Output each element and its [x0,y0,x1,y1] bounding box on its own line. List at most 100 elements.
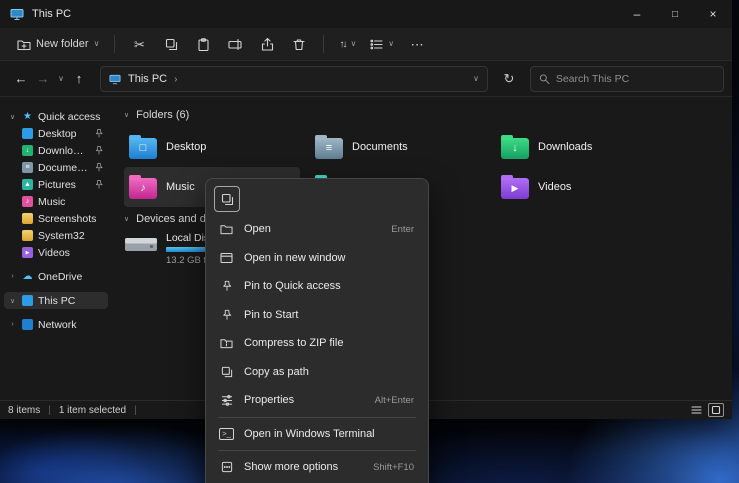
folder-tile-downloads[interactable]: ↓ Downloads [496,127,672,167]
new-window-icon [219,252,234,264]
sidebar-item-downloads[interactable]: ↓ Downloads [4,142,108,159]
menu-item-copy-as-path[interactable]: Copy as path [210,358,424,387]
open-folder-icon [219,223,234,235]
sidebar-item-documents[interactable]: ≡ Documents [4,159,108,176]
pin-icon [94,128,104,139]
documents-folder-icon: ≡ [315,138,343,159]
folder-name: Videos [538,181,571,193]
menu-item-properties[interactable]: Properties Alt+Enter [210,386,424,415]
list-view-icon [691,405,702,415]
sidebar-item-videos[interactable]: ▶ Videos [4,244,108,261]
chevron-down-icon[interactable]: ∨ [8,297,17,305]
folder-name: Desktop [166,141,206,153]
menu-item-open[interactable]: Open Enter [210,215,424,244]
menu-shortcut: Alt+Enter [375,395,414,406]
folders-section-header[interactable]: ∨ Folders (6) [124,109,732,121]
chevron-down-icon: ∨ [124,112,129,119]
large-icons-view-toggle[interactable] [708,403,724,417]
scissors-icon: ✂ [134,38,145,51]
search-icon [539,73,550,85]
chevron-down-icon: ∨ [124,216,129,223]
pin-icon [94,162,104,173]
menu-item-open-new-window[interactable]: Open in new window [210,244,424,273]
menu-item-open-windows-terminal[interactable]: >_ Open in Windows Terminal [210,420,424,449]
sidebar-item-label: Network [38,319,77,331]
menu-shortcut: Shift+F10 [373,462,414,473]
menu-item-label: Open in new window [244,252,404,264]
sidebar-item-onedrive[interactable]: › ☁ OneDrive [4,268,108,285]
clipboard-icon [197,38,210,51]
up-button[interactable]: ↑ [68,67,90,91]
pictures-icon: ▲ [22,179,33,190]
back-button[interactable]: ← [10,67,32,91]
sidebar-item-network[interactable]: › Network [4,316,108,333]
list-view-toggle[interactable] [688,403,704,417]
pin-icon [219,309,234,321]
sidebar: ∨ ★ Quick access Desktop ↓ Downloads ≡ D… [0,98,112,400]
minimize-button[interactable]: – [618,0,656,28]
menu-item-compress-zip[interactable]: Compress to ZIP file [210,329,424,358]
folder-tile-desktop[interactable]: □ Desktop [124,127,300,167]
close-button[interactable]: × [694,0,732,28]
sidebar-item-system32[interactable]: System32 [4,227,108,244]
share-button[interactable] [254,32,280,56]
sidebar-item-screenshots[interactable]: Screenshots [4,210,108,227]
pin-icon [219,280,234,292]
chevron-right-icon[interactable]: › [8,273,17,280]
view-button[interactable]: ∨ [363,34,401,55]
chevron-right-icon[interactable]: › [8,321,17,328]
menu-item-label: Open [244,223,381,235]
breadcrumb-separator-icon[interactable]: › [174,74,177,85]
sidebar-item-label: Quick access [38,111,100,123]
search-input[interactable] [556,73,715,85]
new-folder-button[interactable]: New folder ∨ [10,34,106,55]
copy-icon [221,193,234,206]
address-bar[interactable]: This PC › ∨ [100,66,488,92]
menu-shortcut: Enter [391,224,414,235]
rename-button[interactable] [222,32,248,56]
breadcrumb[interactable]: This PC [128,73,167,85]
menu-item-label: Show more options [244,461,363,473]
copy-path-icon [219,366,234,378]
copy-button[interactable] [214,186,240,212]
folder-tile-documents[interactable]: ≡ Documents [310,127,486,167]
new-folder-label: New folder [36,38,89,50]
documents-icon: ≡ [22,162,33,173]
search-box[interactable] [530,66,724,92]
recent-locations-chevron[interactable]: ∨ [54,67,68,91]
music-folder-icon: ♪ [129,178,157,199]
large-icons-view-icon [711,405,721,415]
forward-button[interactable]: → [32,67,54,91]
cut-button[interactable]: ✂ [126,32,152,56]
sidebar-item-label: Screenshots [38,213,96,225]
folder-name: Music [166,181,195,193]
address-dropdown-chevron[interactable]: ∨ [473,75,479,83]
sort-button[interactable]: ↑↓ ∨ [332,35,363,54]
view-icon [370,38,383,51]
sidebar-item-label: Documents [38,162,89,174]
sidebar-item-music[interactable]: ♪ Music [4,193,108,210]
chevron-down-icon[interactable]: ∨ [8,113,17,121]
sidebar-item-this-pc[interactable]: ∨ This PC [4,292,108,309]
downloads-icon: ↓ [22,145,33,156]
command-bar: New folder ∨ ✂ ↑↓ ∨ ∨ ⋯ [0,28,732,61]
sidebar-item-label: OneDrive [38,271,82,283]
maximize-button[interactable]: □ [656,0,694,28]
this-pc-icon [10,8,24,21]
copy-button[interactable] [158,32,184,56]
delete-button[interactable] [286,32,312,56]
folder-tile-videos[interactable]: ▶ Videos [496,167,672,207]
sidebar-item-desktop[interactable]: Desktop [4,125,108,142]
ellipsis-icon: ⋯ [411,38,424,51]
more-options-button[interactable]: ⋯ [404,32,430,56]
menu-item-pin-quick-access[interactable]: Pin to Quick access [210,272,424,301]
navigation-bar: ← → ∨ ↑ This PC › ∨ ↻ [0,61,732,97]
menu-item-pin-start[interactable]: Pin to Start [210,301,424,330]
menu-item-show-more-options[interactable]: Show more options Shift+F10 [210,453,424,482]
sidebar-item-quick-access[interactable]: ∨ ★ Quick access [4,108,108,125]
chevron-down-icon: ∨ [388,40,394,48]
refresh-button[interactable]: ↻ [496,66,522,92]
menu-item-label: Copy as path [244,366,404,378]
paste-button[interactable] [190,32,216,56]
sidebar-item-pictures[interactable]: ▲ Pictures [4,176,108,193]
